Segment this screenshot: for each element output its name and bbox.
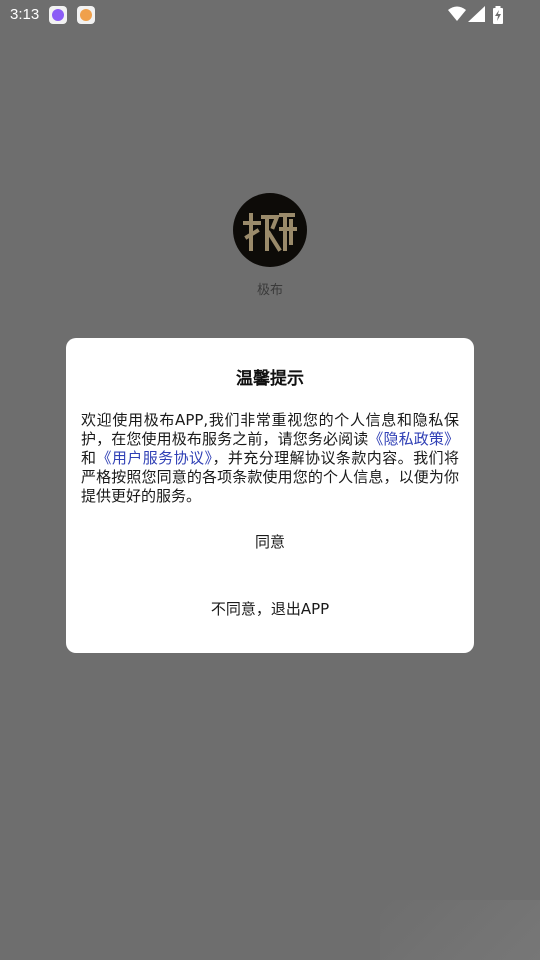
app-logo: [233, 193, 307, 267]
agree-button[interactable]: 同意: [66, 524, 474, 560]
signal-icon: [468, 6, 486, 26]
dialog-title: 温馨提示: [236, 369, 304, 389]
user-agreement-link[interactable]: 《用户服务协议》: [96, 449, 212, 467]
status-bar: 3:13: [0, 0, 540, 30]
status-time: 3:13: [10, 6, 40, 23]
privacy-dialog: 温馨提示 欢迎使用极布APP,我们非常重视您的个人信息和隐私保护，在您使用极布服…: [66, 338, 474, 653]
app-notification-icon: [77, 6, 95, 24]
disagree-exit-button[interactable]: 不同意，退出APP: [66, 591, 474, 627]
app-name: 极布: [256, 283, 283, 298]
dialog-message: 欢迎使用极布APP,我们非常重视您的个人信息和隐私保护，在您使用极布服务之前，请…: [81, 411, 459, 506]
gesture-hint: [380, 900, 540, 960]
battery-charging-icon: [492, 6, 504, 28]
privacy-policy-link[interactable]: 《隐私政策》: [368, 430, 459, 448]
dialog-text: 和: [81, 449, 97, 467]
wifi-icon: [448, 6, 466, 26]
app-notification-icon: [49, 6, 67, 24]
